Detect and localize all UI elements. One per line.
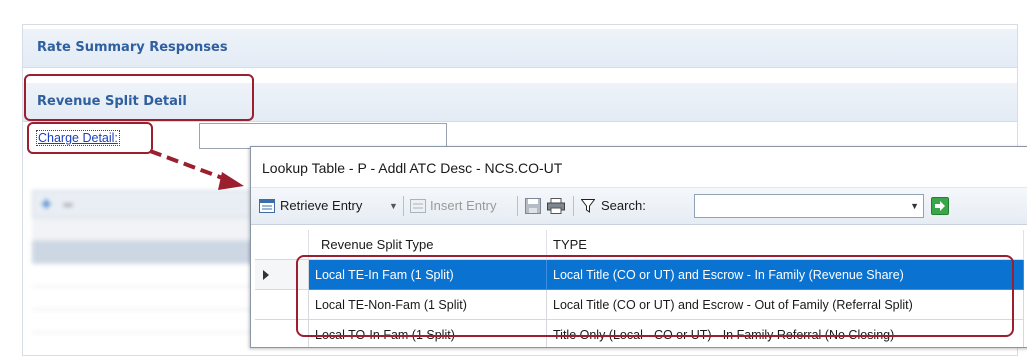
save-icon: [525, 198, 541, 214]
print-button[interactable]: [547, 188, 565, 224]
toolbar-separator: [403, 196, 404, 216]
add-icon: +: [41, 194, 52, 214]
retrieve-entry-label: Retrieve Entry: [280, 198, 363, 213]
list-item: [32, 264, 262, 287]
filter-icon: [581, 199, 595, 213]
retrieve-entry-icon: [259, 199, 275, 213]
go-arrow-icon: [935, 201, 945, 211]
filter-button[interactable]: Search:: [581, 188, 646, 224]
dropdown-arrow-icon[interactable]: ▼: [389, 188, 398, 224]
list-toolbar: + –: [32, 190, 262, 218]
popup-toolbar: Retrieve Entry ▼ Insert Entry Search: ▼: [251, 188, 1027, 225]
list-item: [32, 310, 262, 333]
insert-entry-label: Insert Entry: [430, 198, 497, 213]
toolbar-separator: [517, 196, 518, 216]
search-input[interactable]: ▼: [694, 194, 924, 218]
list-item: [32, 241, 262, 264]
popup-title: Lookup Table - P - Addl ATC Desc - NCS.C…: [251, 147, 1027, 188]
retrieve-entry-button[interactable]: Retrieve Entry: [259, 188, 362, 224]
insert-entry-button[interactable]: Insert Entry: [410, 188, 496, 224]
save-button[interactable]: [525, 188, 541, 224]
search-label: Search:: [601, 198, 646, 213]
list-header: [32, 218, 262, 241]
revenue-split-callout: [24, 74, 254, 121]
charge-detail-callout: [27, 122, 153, 154]
insert-entry-icon: [410, 199, 426, 213]
row-indicator-icon: [263, 270, 269, 280]
rate-summary-section-header[interactable]: Rate Summary Responses: [23, 29, 1017, 68]
selected-rows-callout: [296, 255, 1014, 337]
dropdown-arrow-icon[interactable]: ▼: [910, 195, 919, 217]
blurred-charge-list: + –: [32, 190, 262, 360]
print-icon: [547, 198, 565, 214]
list-item: [32, 287, 262, 310]
remove-icon: –: [63, 194, 74, 214]
toolbar-separator: [573, 196, 574, 216]
go-button[interactable]: [931, 197, 949, 215]
